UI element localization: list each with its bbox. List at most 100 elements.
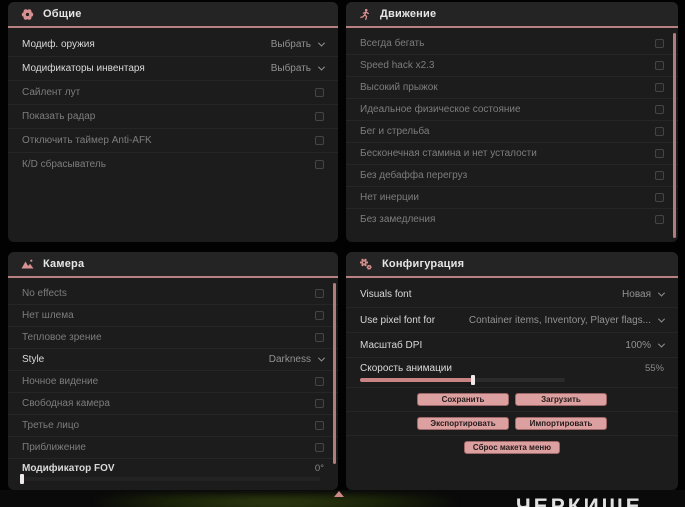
setting-row[interactable]: Показать радар <box>8 104 338 128</box>
setting-row[interactable]: Style Darkness <box>8 348 338 370</box>
setting-row[interactable]: Visuals font Новая <box>346 282 678 307</box>
checkbox[interactable] <box>655 193 664 202</box>
setting-label: Тепловое зрение <box>22 332 102 343</box>
background-text: ЧЕРКИШЕ <box>516 495 643 507</box>
checkbox[interactable] <box>315 333 324 342</box>
setting-row[interactable]: No effects <box>8 282 338 304</box>
setting-label: Бег и стрельба <box>360 126 430 137</box>
dropdown-value: Container items, Inventory, Player flags… <box>468 314 651 326</box>
checkbox[interactable] <box>315 399 324 408</box>
checkbox[interactable] <box>315 288 324 298</box>
panel-general-header[interactable]: Общие <box>8 2 338 28</box>
setting-row[interactable]: Без дебаффа перегруз <box>346 164 678 186</box>
scrollbar[interactable] <box>333 283 336 464</box>
slider-handle[interactable] <box>470 375 475 385</box>
scrollbar[interactable] <box>673 33 676 238</box>
checkbox[interactable] <box>655 83 664 92</box>
dropdown-value: Выбрать <box>270 38 311 50</box>
drag-handle-icon[interactable] <box>334 491 344 497</box>
checkbox[interactable] <box>315 112 324 121</box>
checkbox[interactable] <box>655 105 664 114</box>
slider-value: 0° <box>314 463 324 474</box>
setting-row[interactable]: Use pixel font for Container items, Inve… <box>346 307 678 332</box>
setting-label: Visuals font <box>360 289 412 300</box>
dropdown[interactable]: Container items, Inventory, Player flags… <box>468 314 666 326</box>
setting-label: Сайлент лут <box>22 87 81 98</box>
slider-handle[interactable] <box>20 474 24 484</box>
setting-label: Без замедления <box>360 214 436 225</box>
setting-row[interactable]: Приближение <box>8 436 338 458</box>
checkbox[interactable] <box>315 421 324 430</box>
fov-slider-section: Модификатор FOV 0° <box>8 458 338 484</box>
panel-camera-header[interactable]: Камера <box>8 252 338 278</box>
setting-row[interactable]: Тепловое зрение <box>8 326 338 348</box>
panel-title: Камера <box>43 258 85 270</box>
checkbox[interactable] <box>315 443 324 452</box>
setting-row[interactable]: Высокий прыжок <box>346 76 678 98</box>
setting-row[interactable]: Третье лицо <box>8 414 338 436</box>
panel-config-header[interactable]: Конфигурация <box>346 252 678 278</box>
setting-row[interactable]: Нет инерции <box>346 186 678 208</box>
setting-row[interactable]: Нет шлема <box>8 304 338 326</box>
runner-icon <box>359 8 371 21</box>
setting-row[interactable]: Отключить таймер Anti-AFK <box>8 128 338 152</box>
button-row: Сброс макета меню <box>346 435 678 459</box>
checkbox[interactable] <box>655 149 664 158</box>
chevron-down-icon <box>657 315 666 323</box>
setting-row[interactable]: Ночное видение <box>8 370 338 392</box>
save-button[interactable]: Сохранить <box>417 393 509 406</box>
setting-label: Приближение <box>22 442 86 453</box>
reset-menu-layout-button[interactable]: Сброс макета меню <box>463 441 561 454</box>
slider-fill <box>360 375 475 385</box>
slider-track[interactable] <box>360 375 565 385</box>
panel-camera: Камера No effects Нет шлема Тепловое зре… <box>8 252 338 490</box>
panel-config: Конфигурация Visuals font Новая Use pixe… <box>346 252 678 490</box>
checkbox[interactable] <box>655 61 664 70</box>
dropdown[interactable]: Выбрать <box>270 38 326 50</box>
setting-label: Идеальное физическое состояние <box>360 104 521 115</box>
setting-row[interactable]: Модификаторы инвентаря Выбрать <box>8 56 338 80</box>
animation-speed-slider-section: Скорость анимации 55% <box>346 357 678 387</box>
checkbox[interactable] <box>655 127 664 136</box>
gears-icon <box>359 258 373 271</box>
load-button[interactable]: Загрузить <box>515 393 607 406</box>
checkbox[interactable] <box>315 136 324 145</box>
setting-label: Модификаторы инвентаря <box>22 63 145 74</box>
checkbox[interactable] <box>315 311 324 320</box>
button-row: Экспортировать Импортировать <box>346 411 678 435</box>
setting-row[interactable]: К/D сбрасыватель <box>8 152 338 176</box>
chevron-down-icon <box>317 354 326 362</box>
setting-row[interactable]: Масштаб DPI 100% <box>346 332 678 357</box>
setting-label: Use pixel font for <box>360 314 436 326</box>
checkbox[interactable] <box>655 38 664 48</box>
setting-row[interactable]: Бесконечная стамина и нет усталости <box>346 142 678 164</box>
checkbox[interactable] <box>315 377 324 386</box>
checkbox[interactable] <box>315 88 324 97</box>
setting-row[interactable]: Speed hack x2.3 <box>346 54 678 76</box>
checkbox[interactable] <box>655 171 664 180</box>
dropdown[interactable]: Выбрать <box>271 63 326 74</box>
panel-movement: Движение Всегда бегать Speed hack x2.3 В… <box>346 2 678 242</box>
checkbox[interactable] <box>315 160 324 169</box>
dropdown[interactable]: Новая <box>622 289 666 300</box>
setting-row[interactable]: Всегда бегать <box>346 32 678 54</box>
import-button[interactable]: Импортировать <box>515 417 607 430</box>
flower-icon <box>21 8 34 21</box>
slider-value: 55% <box>644 363 664 374</box>
slider-track[interactable] <box>20 474 320 484</box>
checkbox[interactable] <box>655 215 664 224</box>
setting-label: К/D сбрасыватель <box>22 159 106 170</box>
dropdown[interactable]: 100% <box>625 340 666 351</box>
slider-label: Скорость анимации <box>360 363 452 374</box>
dropdown[interactable]: Darkness <box>269 354 326 365</box>
setting-label: Нет шлема <box>22 310 74 321</box>
export-button[interactable]: Экспортировать <box>417 417 509 430</box>
setting-label: Показать радар <box>22 111 96 122</box>
setting-row[interactable]: Бег и стрельба <box>346 120 678 142</box>
setting-row[interactable]: Свободная камера <box>8 392 338 414</box>
setting-row[interactable]: Сайлент лут <box>8 80 338 104</box>
setting-row[interactable]: Модиф. оружия Выбрать <box>8 32 338 56</box>
setting-row[interactable]: Идеальное физическое состояние <box>346 98 678 120</box>
setting-row[interactable]: Без замедления <box>346 208 678 230</box>
panel-movement-header[interactable]: Движение <box>346 2 678 28</box>
